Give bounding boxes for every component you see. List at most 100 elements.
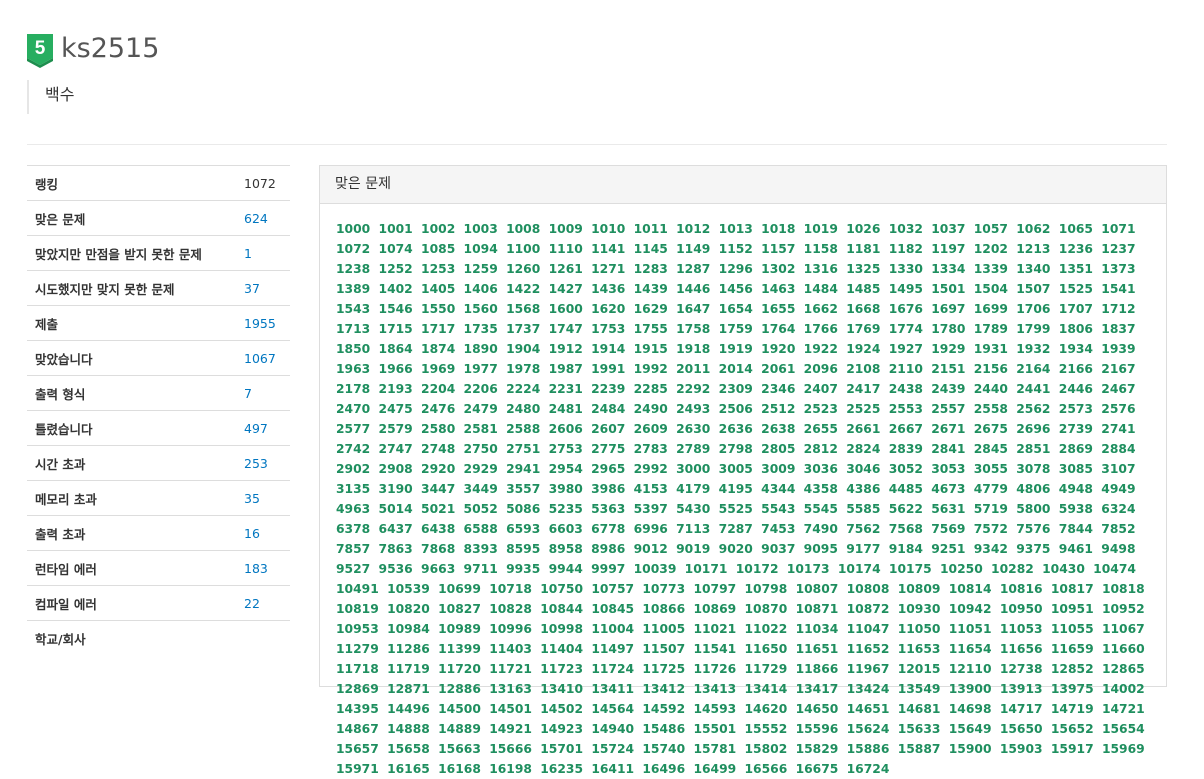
- problem-link[interactable]: 15552: [745, 722, 788, 736]
- problem-link[interactable]: 14889: [438, 722, 481, 736]
- problem-link[interactable]: 16724: [847, 762, 890, 776]
- problem-link[interactable]: 1541: [1101, 282, 1135, 296]
- problem-link[interactable]: 1003: [464, 222, 498, 236]
- problem-link[interactable]: 9342: [974, 542, 1008, 556]
- problem-link[interactable]: 1340: [1016, 262, 1050, 276]
- problem-link[interactable]: 14500: [438, 702, 481, 716]
- problem-link[interactable]: 1252: [379, 262, 413, 276]
- problem-link[interactable]: 1662: [804, 302, 838, 316]
- problem-link[interactable]: 14501: [489, 702, 532, 716]
- problem-link[interactable]: 1753: [591, 322, 625, 336]
- problem-link[interactable]: 11053: [1000, 622, 1043, 636]
- problem-link[interactable]: 2638: [761, 422, 795, 436]
- problem-link[interactable]: 1546: [379, 302, 413, 316]
- problem-link[interactable]: 2164: [1016, 362, 1050, 376]
- problem-link[interactable]: 2576: [1101, 402, 1135, 416]
- problem-link[interactable]: 13549: [898, 682, 941, 696]
- problem-link[interactable]: 1253: [421, 262, 455, 276]
- problem-link[interactable]: 1149: [676, 242, 710, 256]
- problem-link[interactable]: 1747: [549, 322, 583, 336]
- problem-link[interactable]: 10998: [540, 622, 583, 636]
- problem-link[interactable]: 1259: [464, 262, 498, 276]
- problem-link[interactable]: 2902: [336, 462, 370, 476]
- problem-link[interactable]: 2573: [1059, 402, 1093, 416]
- problem-link[interactable]: 2929: [464, 462, 498, 476]
- problem-link[interactable]: 10950: [1000, 602, 1043, 616]
- problem-link[interactable]: 2741: [1101, 422, 1135, 436]
- problem-link[interactable]: 7490: [804, 522, 838, 536]
- problem-link[interactable]: 1427: [549, 282, 583, 296]
- problem-link[interactable]: 16168: [438, 762, 481, 776]
- problem-link[interactable]: 11021: [693, 622, 736, 636]
- problem-link[interactable]: 15724: [591, 742, 634, 756]
- problem-link[interactable]: 13900: [949, 682, 992, 696]
- problem-link[interactable]: 5525: [719, 502, 753, 516]
- problem-link[interactable]: 1560: [464, 302, 498, 316]
- problem-link[interactable]: 2747: [379, 442, 413, 456]
- problem-link[interactable]: 2108: [846, 362, 880, 376]
- problem-link[interactable]: 2789: [676, 442, 710, 456]
- problem-link[interactable]: 2954: [549, 462, 583, 476]
- problem-link[interactable]: 4949: [1101, 482, 1135, 496]
- stat-value[interactable]: 1: [244, 246, 252, 261]
- problem-link[interactable]: 2609: [634, 422, 668, 436]
- problem-link[interactable]: 2285: [634, 382, 668, 396]
- problem-link[interactable]: 2476: [421, 402, 455, 416]
- problem-link[interactable]: 11724: [591, 662, 634, 676]
- problem-link[interactable]: 8393: [464, 542, 498, 556]
- stat-value[interactable]: 624: [244, 211, 268, 226]
- problem-link[interactable]: 4806: [1016, 482, 1050, 496]
- problem-link[interactable]: 13411: [591, 682, 634, 696]
- problem-link[interactable]: 14502: [540, 702, 583, 716]
- problem-link[interactable]: 10174: [838, 562, 881, 576]
- problem-link[interactable]: 1074: [379, 242, 413, 256]
- problem-link[interactable]: 11507: [642, 642, 685, 656]
- problem-link[interactable]: 1145: [634, 242, 668, 256]
- problem-link[interactable]: 10989: [438, 622, 481, 636]
- problem-link[interactable]: 10953: [336, 622, 379, 636]
- problem-link[interactable]: 12865: [1102, 662, 1145, 676]
- problem-link[interactable]: 10951: [1051, 602, 1094, 616]
- problem-link[interactable]: 7453: [761, 522, 795, 536]
- problem-link[interactable]: 10798: [745, 582, 788, 596]
- problem-link[interactable]: 1484: [804, 282, 838, 296]
- problem-link[interactable]: 15969: [1102, 742, 1145, 756]
- problem-link[interactable]: 1647: [676, 302, 710, 316]
- stat-value[interactable]: 497: [244, 421, 268, 436]
- problem-link[interactable]: 15633: [898, 722, 941, 736]
- problem-link[interactable]: 2096: [804, 362, 838, 376]
- problem-link[interactable]: 2493: [676, 402, 710, 416]
- problem-link[interactable]: 2167: [1101, 362, 1135, 376]
- problem-link[interactable]: 2753: [549, 442, 583, 456]
- problem-link[interactable]: 2061: [761, 362, 795, 376]
- problem-link[interactable]: 9251: [931, 542, 965, 556]
- problem-link[interactable]: 11720: [438, 662, 481, 676]
- problem-link[interactable]: 1987: [549, 362, 583, 376]
- stat-value[interactable]: 7: [244, 386, 252, 401]
- problem-link[interactable]: 10172: [736, 562, 779, 576]
- problem-link[interactable]: 7852: [1101, 522, 1135, 536]
- problem-link[interactable]: 3052: [889, 462, 923, 476]
- problem-link[interactable]: 1717: [421, 322, 455, 336]
- problem-link[interactable]: 3000: [676, 462, 710, 476]
- problem-link[interactable]: 9020: [719, 542, 753, 556]
- problem-link[interactable]: 1934: [1059, 342, 1093, 356]
- problem-link[interactable]: 7572: [974, 522, 1008, 536]
- problem-link[interactable]: 15829: [796, 742, 839, 756]
- problem-link[interactable]: 10807: [796, 582, 839, 596]
- problem-link[interactable]: 10718: [489, 582, 532, 596]
- problem-link[interactable]: 16198: [489, 762, 532, 776]
- problem-link[interactable]: 14721: [1102, 702, 1145, 716]
- problem-link[interactable]: 1463: [761, 282, 795, 296]
- problem-link[interactable]: 1929: [931, 342, 965, 356]
- problem-link[interactable]: 2481: [549, 402, 583, 416]
- problem-link[interactable]: 15650: [1000, 722, 1043, 736]
- problem-link[interactable]: 10814: [949, 582, 992, 596]
- problem-link[interactable]: 16411: [591, 762, 634, 776]
- problem-link[interactable]: 2475: [379, 402, 413, 416]
- problem-link[interactable]: 1065: [1059, 222, 1093, 236]
- problem-link[interactable]: 16235: [540, 762, 583, 776]
- problem-link[interactable]: 1261: [549, 262, 583, 276]
- problem-link[interactable]: 10491: [336, 582, 379, 596]
- problem-link[interactable]: 5397: [634, 502, 668, 516]
